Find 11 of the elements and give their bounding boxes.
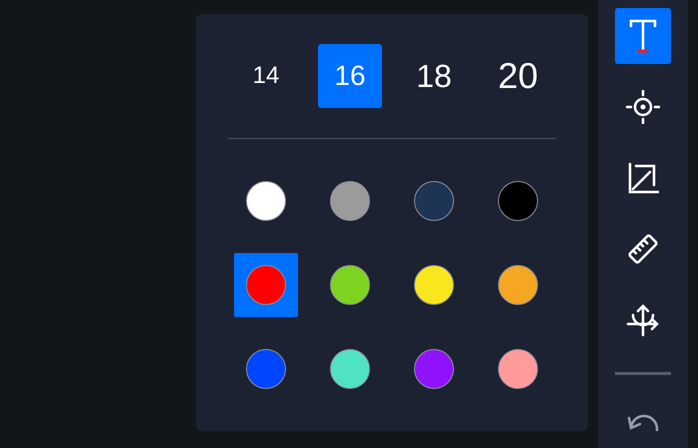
font-size-option[interactable]: 16: [318, 44, 382, 108]
ruler-icon: [627, 233, 659, 265]
text-icon: [629, 18, 657, 54]
font-size-option[interactable]: 18: [402, 44, 466, 108]
font-size-option[interactable]: 14: [234, 44, 298, 108]
resize-icon: [627, 162, 659, 194]
color-swatch[interactable]: [234, 253, 298, 317]
axes-icon: [626, 303, 660, 337]
text-tool-button[interactable]: [615, 8, 671, 64]
crosshair-icon: [626, 90, 660, 124]
font-size-option[interactable]: 20: [486, 44, 550, 108]
